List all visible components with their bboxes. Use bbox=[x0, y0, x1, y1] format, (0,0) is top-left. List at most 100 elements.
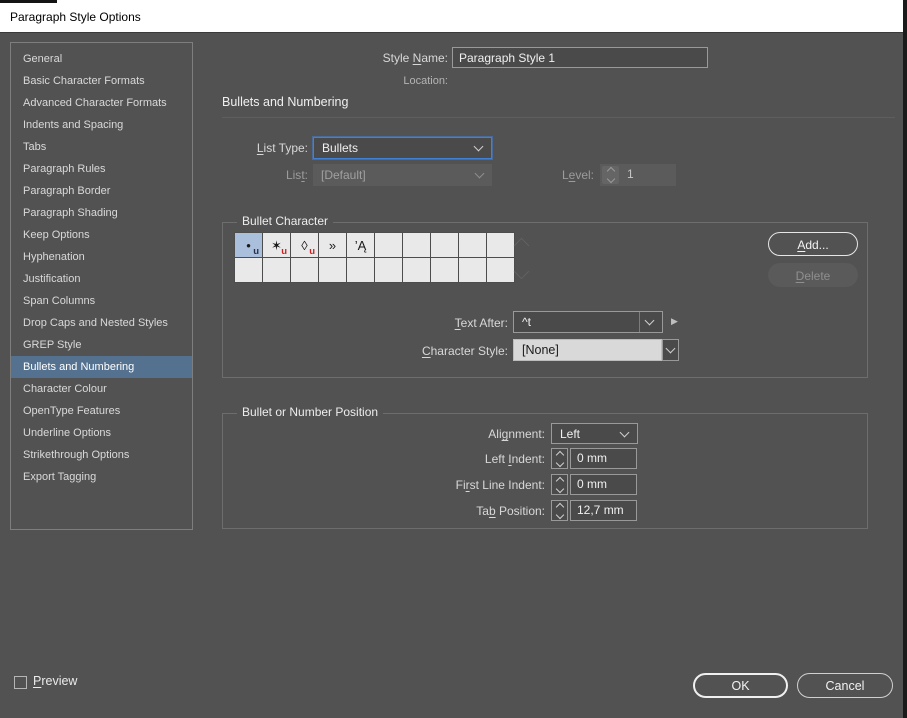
level-label: Level: bbox=[520, 167, 594, 184]
alignment-label: Alignment: bbox=[405, 426, 545, 443]
sidebar-item-justification[interactable]: Justification bbox=[11, 268, 192, 290]
delete-button: Delete bbox=[768, 263, 858, 287]
sidebar-item-paragraph-shading[interactable]: Paragraph Shading bbox=[11, 202, 192, 224]
sidebar-item-strikethrough-options[interactable]: Strikethrough Options bbox=[11, 444, 192, 466]
screen-right-edge bbox=[903, 0, 907, 718]
bullet-character-grid: •u✶u◊u»’Ą bbox=[234, 232, 515, 283]
style-name-input[interactable] bbox=[452, 47, 708, 68]
sidebar-panel-list: GeneralBasic Character FormatsAdvanced C… bbox=[10, 42, 193, 530]
unicode-flag: u bbox=[309, 247, 315, 257]
unicode-flag: u bbox=[281, 247, 287, 257]
stepper-arrows-icon[interactable] bbox=[551, 474, 568, 495]
bullet-cell-empty-14[interactable] bbox=[319, 258, 346, 282]
character-style-dropdown[interactable]: [None] bbox=[513, 339, 662, 361]
list-type-dropdown[interactable]: Bullets bbox=[313, 137, 492, 159]
bullet-cell-3[interactable]: ◊u bbox=[291, 233, 318, 257]
preview-checkbox[interactable] bbox=[14, 676, 27, 689]
bullet-cell-5[interactable]: ’Ą bbox=[347, 233, 374, 257]
bullet-cell-empty-9[interactable] bbox=[459, 233, 486, 257]
sidebar-item-opentype-features[interactable]: OpenType Features bbox=[11, 400, 192, 422]
sidebar-item-grep-style[interactable]: GREP Style bbox=[11, 334, 192, 356]
bullet-cell-empty-16[interactable] bbox=[375, 258, 402, 282]
character-style-dropdown-button[interactable] bbox=[662, 339, 679, 361]
alignment-value: Left bbox=[560, 427, 615, 441]
location-label: Location: bbox=[300, 75, 448, 87]
bullet-position-group: Bullet or Number Position bbox=[222, 413, 868, 529]
chevron-down-icon bbox=[666, 344, 676, 354]
bullet-cell-empty-15[interactable] bbox=[347, 258, 374, 282]
bullet-cell-4[interactable]: » bbox=[319, 233, 346, 257]
text-after-flyout-icon[interactable]: ▶ bbox=[671, 316, 678, 327]
text-after-value: ^t bbox=[522, 315, 639, 329]
sidebar-item-span-columns[interactable]: Span Columns bbox=[11, 290, 192, 312]
list-value: [Default] bbox=[321, 168, 470, 182]
bullet-cell-empty-13[interactable] bbox=[291, 258, 318, 282]
list-type-value: Bullets bbox=[322, 141, 469, 155]
sidebar-item-general[interactable]: General bbox=[11, 48, 192, 70]
bullet-cell-empty-17[interactable] bbox=[403, 258, 430, 282]
ok-button[interactable]: OK bbox=[693, 673, 788, 698]
text-after-combo[interactable]: ^t bbox=[513, 311, 663, 333]
bullet-cell-1[interactable]: •u bbox=[235, 233, 262, 257]
bullet-cell-empty-20[interactable] bbox=[487, 258, 514, 282]
tab-position-label: Tab Position: bbox=[405, 503, 545, 520]
left-indent-label: Left Indent: bbox=[405, 451, 545, 468]
bullet-cell-empty-10[interactable] bbox=[487, 233, 514, 257]
left-indent-value[interactable]: 0 mm bbox=[570, 448, 637, 469]
chevron-down-icon bbox=[645, 316, 655, 326]
sidebar-item-paragraph-border[interactable]: Paragraph Border bbox=[11, 180, 192, 202]
sidebar-item-indents-and-spacing[interactable]: Indents and Spacing bbox=[11, 114, 192, 136]
sidebar-item-underline-options[interactable]: Underline Options bbox=[11, 422, 192, 444]
bullet-cell-empty-11[interactable] bbox=[235, 258, 262, 282]
text-after-label: Text After: bbox=[380, 315, 508, 332]
level-value: 1 bbox=[621, 165, 634, 186]
stepper-arrows-icon[interactable] bbox=[551, 500, 568, 521]
bullet-position-group-title: Bullet or Number Position bbox=[237, 405, 383, 419]
tab-position-stepper[interactable]: 12,7 mm bbox=[551, 500, 637, 521]
sidebar-item-character-colour[interactable]: Character Colour bbox=[11, 378, 192, 400]
sidebar-item-hyphenation[interactable]: Hyphenation bbox=[11, 246, 192, 268]
sidebar-item-keep-options[interactable]: Keep Options bbox=[11, 224, 192, 246]
level-stepper: 1 bbox=[600, 164, 676, 186]
character-style-label: Character Style: bbox=[350, 343, 508, 360]
first-line-indent-stepper[interactable]: 0 mm bbox=[551, 474, 637, 495]
bullet-cell-empty-18[interactable] bbox=[431, 258, 458, 282]
bullet-character-group-title: Bullet Character bbox=[237, 214, 333, 228]
character-style-value: [None] bbox=[522, 343, 559, 357]
sidebar-item-paragraph-rules[interactable]: Paragraph Rules bbox=[11, 158, 192, 180]
chevron-down-icon bbox=[620, 427, 630, 437]
window-titlebar: Paragraph Style Options bbox=[0, 0, 903, 33]
bullet-cell-empty-8[interactable] bbox=[431, 233, 458, 257]
unicode-flag: u bbox=[253, 247, 259, 257]
stepper-arrows-icon[interactable] bbox=[551, 448, 568, 469]
sidebar-item-export-tagging[interactable]: Export Tagging bbox=[11, 466, 192, 488]
sidebar-item-drop-caps-and-nested-styles[interactable]: Drop Caps and Nested Styles bbox=[11, 312, 192, 334]
sidebar-item-bullets-and-numbering[interactable]: Bullets and Numbering bbox=[11, 356, 192, 378]
bullet-cell-empty-12[interactable] bbox=[263, 258, 290, 282]
alignment-dropdown[interactable]: Left bbox=[551, 423, 638, 444]
sidebar-item-basic-character-formats[interactable]: Basic Character Formats bbox=[11, 70, 192, 92]
chevron-down-icon bbox=[474, 142, 484, 152]
bullet-cell-empty-7[interactable] bbox=[403, 233, 430, 257]
window-corner-artifact bbox=[0, 0, 57, 3]
first-line-indent-label: First Line Indent: bbox=[405, 477, 545, 494]
bullet-cell-2[interactable]: ✶u bbox=[263, 233, 290, 257]
list-dropdown: [Default] bbox=[313, 164, 492, 186]
bullet-cell-empty-19[interactable] bbox=[459, 258, 486, 282]
bullet-glyph: ’Ą bbox=[355, 239, 367, 252]
first-line-indent-value[interactable]: 0 mm bbox=[570, 474, 637, 495]
bullet-glyph: » bbox=[329, 239, 336, 252]
chevron-down-icon bbox=[475, 169, 485, 179]
left-indent-stepper[interactable]: 0 mm bbox=[551, 448, 637, 469]
sidebar-item-advanced-character-formats[interactable]: Advanced Character Formats bbox=[11, 92, 192, 114]
section-divider bbox=[222, 117, 895, 118]
bullet-glyph: ◊ bbox=[301, 239, 307, 252]
tab-position-value[interactable]: 12,7 mm bbox=[570, 500, 637, 521]
section-title: Bullets and Numbering bbox=[222, 95, 348, 109]
stepper-arrows-icon bbox=[602, 166, 619, 184]
window-title: Paragraph Style Options bbox=[10, 3, 141, 32]
add-button[interactable]: Add... bbox=[768, 232, 858, 256]
sidebar-item-tabs[interactable]: Tabs bbox=[11, 136, 192, 158]
bullet-cell-empty-6[interactable] bbox=[375, 233, 402, 257]
cancel-button[interactable]: Cancel bbox=[797, 673, 893, 698]
